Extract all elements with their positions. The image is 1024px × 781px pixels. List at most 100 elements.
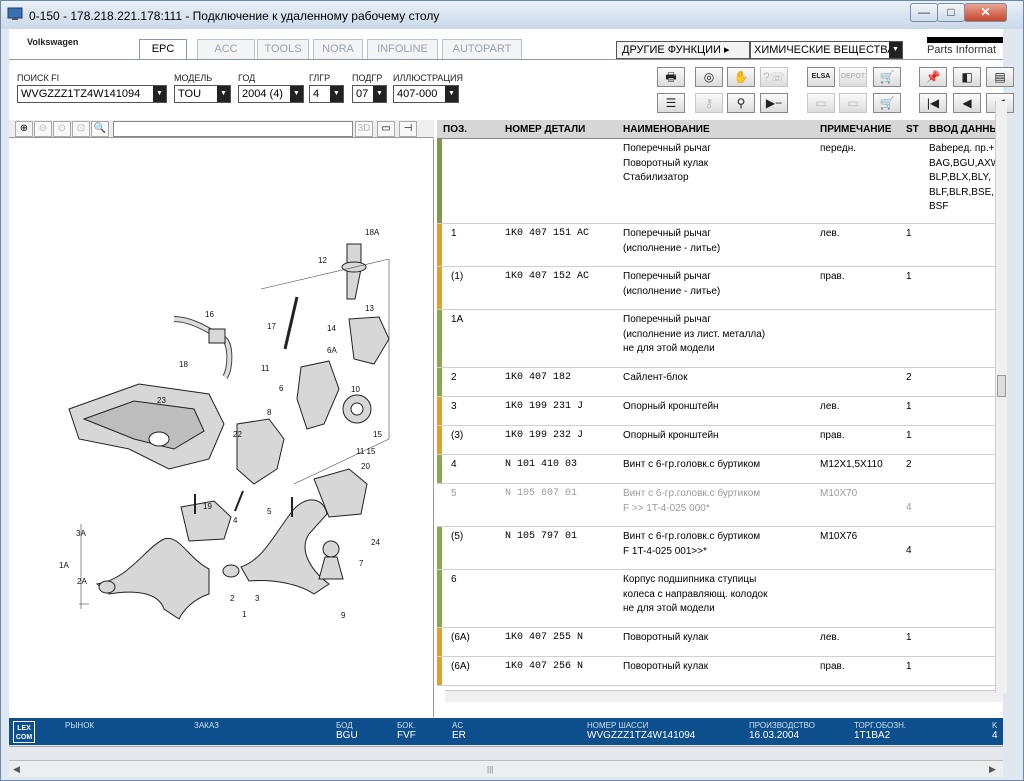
prev-icon[interactable]: ◀ (953, 93, 981, 113)
callout-label[interactable]: 1 (242, 610, 247, 619)
scrollbar-thumb[interactable] (997, 375, 1006, 397)
column-header[interactable]: НАИМЕНОВАНИЕ (623, 124, 710, 135)
elsa-icon[interactable]: ELSA (807, 67, 835, 87)
list-icon[interactable]: ☰ (657, 93, 685, 113)
title-bar[interactable]: 0-150 - 178.218.221.178:111 - Подключени… (1, 1, 1023, 29)
status-label: БОД (336, 721, 353, 730)
column-header[interactable]: ПОЗ. (443, 124, 467, 135)
tab-nora[interactable]: NORA (313, 39, 363, 59)
callout-label[interactable]: 7 (359, 559, 364, 568)
table-row[interactable]: Поперечный рычаг Поворотный кулак Стабилиз… (437, 139, 1003, 224)
filter-select[interactable]: 4 ▼ (309, 85, 344, 103)
callout-label[interactable]: 16 (205, 310, 214, 319)
filter-select[interactable]: 07 ▼ (352, 85, 387, 103)
table-row[interactable]: 6 Корпус подшипника ступицы колеса с напра… (437, 570, 1003, 628)
filter-select[interactable]: 2004 (4) ▼ (238, 85, 304, 103)
callout-label[interactable]: 23 (157, 396, 166, 405)
callout-label[interactable]: 6A (327, 346, 337, 355)
callout-label[interactable]: 18A (365, 228, 380, 237)
play-minus-icon[interactable]: ▶− (760, 93, 788, 113)
table-row[interactable]: 1A Поперечный рычаг (исполнение из лист. м… (437, 310, 1003, 368)
filter-select[interactable]: WVGZZZ1TZ4W141094 ▼ (17, 85, 167, 103)
scroll-right-icon[interactable]: ▶ (989, 764, 996, 775)
tab-acc[interactable]: ACC (197, 39, 255, 59)
table-row[interactable]: (6A) 1K0 407 256 N Поворотный кулак прав. 1 (437, 657, 1003, 686)
vertical-scrollbar[interactable] (995, 101, 1007, 693)
callout-label[interactable]: 3 (255, 594, 260, 603)
cell-name: Винт с 6-гр.головк.с буртиком F 1T-4-025 … (623, 531, 761, 557)
table-horizontal-scrollbar[interactable] (445, 690, 1003, 702)
callout-label[interactable]: 11 (261, 364, 270, 373)
window-horizontal-scrollbar[interactable]: ◀ ||| ▶ (9, 760, 1003, 777)
callout-label[interactable]: 19 (203, 502, 212, 511)
table-row[interactable]: 4 N 101 410 03 Винт с 6-гр.головк.с буртик… (437, 455, 1003, 484)
filter-select[interactable]: TOU ▼ (174, 85, 231, 103)
table-row[interactable]: (5) N 105 797 01 Винт с 6-гр.головк.с бурт… (437, 527, 1003, 570)
status-value: 4 (992, 730, 998, 741)
tab-infoline[interactable]: INFOLINE (367, 39, 438, 59)
callout-label[interactable]: 5 (267, 507, 272, 516)
column-header[interactable]: ПРИМЕЧАНИЕ (820, 124, 891, 135)
callout-label[interactable]: 6 (279, 384, 284, 393)
table-row[interactable]: (3) 1K0 199 232 J Опорный кронштейн прав. 1 (437, 426, 1003, 455)
illustration-viewer[interactable]: 18A 12 13 14 6A 16 17 18 11 10 6 8 23 22 15 11 15 20 19 4 5… (9, 139, 434, 717)
pin-icon[interactable]: 📌 (919, 67, 947, 87)
callout-label[interactable]: 13 (365, 304, 374, 313)
callout-label[interactable]: 22 (233, 430, 242, 439)
callout-label[interactable]: 10 (351, 385, 360, 394)
tab-tools[interactable]: TOOLS (257, 39, 309, 59)
callout-label[interactable]: 11 15 (356, 447, 376, 456)
column-header[interactable]: ВВОД ДАННЫХ (929, 124, 1003, 135)
other-functions-button[interactable]: ДРУГИЕ ФУНКЦИИ ▸ (616, 41, 750, 59)
callout-label[interactable]: 1A (59, 561, 69, 570)
book-icon[interactable]: ▤ (986, 67, 1014, 87)
table-row[interactable]: (6A) 1K0 407 255 N Поворотный кулак лев. 1 (437, 628, 1003, 657)
callout-label[interactable]: 15 (373, 430, 382, 439)
chemicals-select[interactable]: ХИМИЧЕСКИЕ ВЕЩЕСТВА ▼ (750, 41, 903, 59)
callout-label[interactable]: 8 (267, 408, 272, 417)
table-row[interactable]: 2 1K0 407 182 Сайлент-блок 2 (437, 368, 1003, 397)
callout-label[interactable]: 4 (233, 516, 238, 525)
maximize-button[interactable]: □ (937, 3, 965, 22)
filter-label: ПОИСК FI (17, 73, 60, 83)
close-button[interactable]: ✕ (964, 3, 1007, 22)
table-row[interactable]: 5 N 105 607 01 Винт с 6-гр.головк.с буртик… (437, 484, 1003, 527)
column-header[interactable]: НОМЕР ДЕТАЛИ (505, 124, 585, 135)
table-row[interactable]: 3 1K0 199 231 J Опорный кронштейн лев. 1 (437, 397, 1003, 426)
expand-icon[interactable]: ⊣ (399, 121, 417, 137)
zoom-out-icon: ⊖ (34, 121, 52, 137)
cd-icon[interactable]: ◎ (695, 67, 723, 87)
callout-label[interactable]: 9 (341, 611, 346, 620)
callout-label[interactable]: 14 (327, 324, 336, 333)
tab-autopart[interactable]: AUTOPART (442, 39, 522, 59)
filter-select[interactable]: 407-000 ▼ (393, 85, 459, 103)
row-marker (437, 139, 442, 223)
scroll-left-icon[interactable]: ◀ (13, 764, 20, 775)
callout-label[interactable]: 18 (179, 360, 188, 369)
tab-epc[interactable]: EPC (139, 39, 187, 60)
minimize-button[interactable]: — (910, 3, 938, 22)
callout-label[interactable]: 12 (318, 256, 327, 265)
callout-label[interactable]: 17 (267, 322, 276, 331)
book-back-icon[interactable]: ◧ (953, 67, 981, 87)
first-icon[interactable]: |◀ (919, 93, 947, 113)
print-icon[interactable]: 🖶 (657, 67, 685, 87)
cart-icon[interactable]: 🛒 (873, 67, 901, 87)
split-icon[interactable]: ▭ (377, 121, 395, 137)
cell-pos: (6A) (451, 661, 470, 672)
illustration-search-input[interactable] (113, 121, 353, 137)
car-hand-icon[interactable]: ✋ (727, 67, 755, 87)
scroll-grip-icon[interactable]: ||| (487, 765, 493, 774)
table-row[interactable]: 1 1K0 407 151 AC Поперечный рычаг (исполнен… (437, 224, 1003, 267)
magnifier-icon[interactable]: 🔍 (91, 121, 109, 137)
zoom-in-icon[interactable]: ⊕ (15, 121, 33, 137)
table-row[interactable]: (1) 1K0 407 152 AC Поперечный рычаг (исполн… (437, 267, 1003, 310)
column-header[interactable]: ST (906, 124, 919, 135)
callout-label[interactable]: 20 (361, 462, 370, 471)
callout-label[interactable]: 2 (230, 594, 235, 603)
cart-add-icon[interactable]: 🛒 (873, 93, 901, 113)
callout-label[interactable]: 3A (76, 529, 86, 538)
bike-icon[interactable]: ⚲ (727, 93, 755, 113)
callout-label[interactable]: 2A (77, 577, 87, 586)
callout-label[interactable]: 24 (371, 538, 380, 547)
